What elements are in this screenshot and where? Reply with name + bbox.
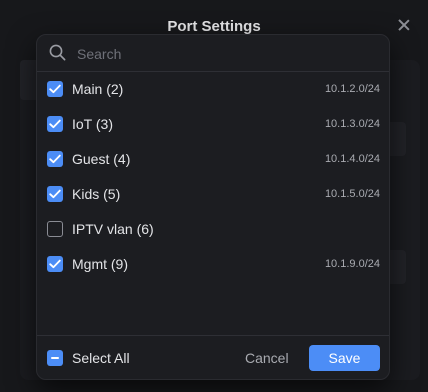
network-subnet: 10.1.4.0/24 bbox=[324, 152, 380, 165]
checkbox-checked[interactable] bbox=[47, 115, 63, 132]
dropdown-footer: Select All Cancel Save bbox=[37, 335, 389, 379]
network-subnet: 10.1.3.0/24 bbox=[324, 117, 380, 130]
network-label: IPTV vlan (6) bbox=[72, 220, 154, 237]
network-list: Main (2) 10.1.2.0/24 IoT (3) 10.1.3.0/24… bbox=[37, 71, 389, 281]
network-item-iot[interactable]: IoT (3) 10.1.3.0/24 bbox=[37, 106, 389, 141]
checkbox-checked[interactable] bbox=[47, 185, 63, 202]
save-button[interactable]: Save bbox=[309, 345, 380, 371]
cancel-button[interactable]: Cancel bbox=[241, 346, 293, 370]
select-all-label[interactable]: Select All bbox=[72, 350, 130, 366]
search-bar bbox=[37, 35, 389, 72]
select-all-checkbox[interactable] bbox=[47, 350, 63, 366]
search-input[interactable] bbox=[75, 41, 379, 67]
search-icon bbox=[49, 44, 66, 61]
network-subnet: 10.1.5.0/24 bbox=[324, 187, 380, 200]
network-item-guest[interactable]: Guest (4) 10.1.4.0/24 bbox=[37, 141, 389, 176]
network-item-main[interactable]: Main (2) 10.1.2.0/24 bbox=[37, 71, 389, 106]
network-item-kids[interactable]: Kids (5) 10.1.5.0/24 bbox=[37, 176, 389, 211]
network-label: Kids (5) bbox=[72, 185, 121, 202]
network-item-mgmt[interactable]: Mgmt (9) 10.1.9.0/24 bbox=[37, 246, 389, 281]
checkbox-unchecked[interactable] bbox=[47, 220, 63, 237]
modal-title: Port Settings bbox=[167, 18, 261, 35]
checkbox-checked[interactable] bbox=[47, 80, 63, 97]
network-label: IoT (3) bbox=[72, 115, 113, 132]
network-label: Main (2) bbox=[72, 80, 124, 97]
checkbox-checked[interactable] bbox=[47, 150, 63, 167]
network-label: Mgmt (9) bbox=[72, 255, 128, 272]
network-subnet: 10.1.9.0/24 bbox=[324, 257, 380, 270]
network-label: Guest (4) bbox=[72, 150, 131, 167]
checkbox-checked[interactable] bbox=[47, 255, 63, 272]
network-select-dropdown: Main (2) 10.1.2.0/24 IoT (3) 10.1.3.0/24… bbox=[36, 34, 390, 380]
close-icon[interactable] bbox=[396, 17, 412, 33]
network-item-iptv-vlan[interactable]: IPTV vlan (6) bbox=[37, 211, 389, 246]
network-subnet: 10.1.2.0/24 bbox=[324, 82, 380, 95]
